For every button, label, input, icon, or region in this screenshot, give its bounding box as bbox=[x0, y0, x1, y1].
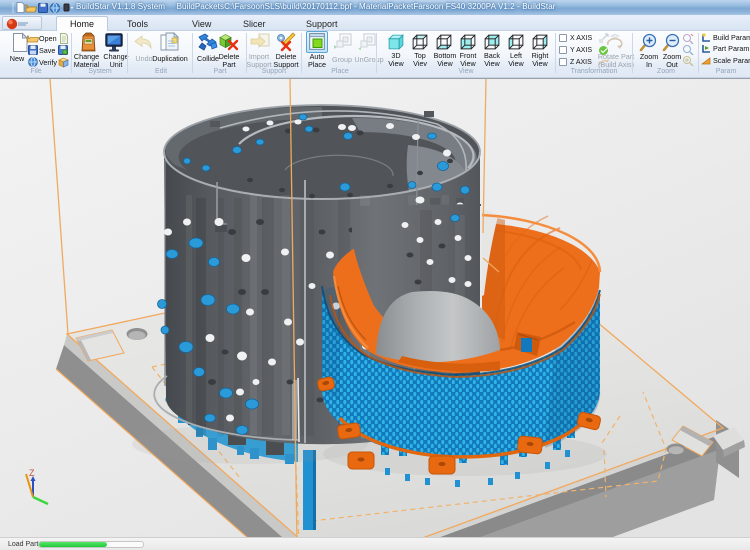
svg-text:Z: Z bbox=[29, 468, 35, 478]
